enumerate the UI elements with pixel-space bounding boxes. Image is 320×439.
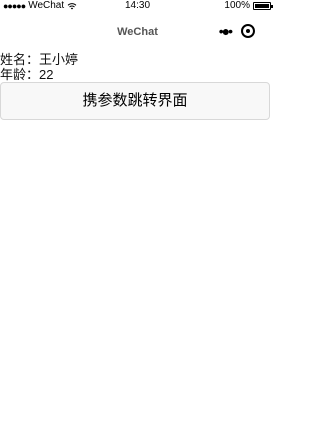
name-row: 姓名：王小婷 bbox=[0, 52, 275, 67]
battery-level bbox=[255, 4, 269, 8]
capsule-menu: •●• bbox=[219, 23, 255, 39]
name-label: 姓名： bbox=[0, 52, 40, 67]
navigate-with-params-button[interactable]: 携参数跳转界面 bbox=[0, 82, 270, 120]
age-label: 年龄： bbox=[0, 67, 40, 82]
navigation-bar: WeChat •●• bbox=[0, 12, 275, 52]
nav-title: WeChat bbox=[117, 26, 158, 38]
status-right: 100% bbox=[224, 0, 273, 12]
record-icon[interactable] bbox=[241, 24, 255, 38]
age-row: 年龄：22 bbox=[0, 67, 275, 82]
battery-percent: 100% bbox=[224, 0, 250, 11]
status-bar: ●●●●● WeChat 14:30 100% bbox=[0, 0, 275, 12]
battery-icon bbox=[253, 2, 273, 10]
page-content: 姓名：王小婷 年龄：22 携参数跳转界面 bbox=[0, 52, 275, 120]
age-value: 22 bbox=[39, 67, 54, 82]
name-value: 王小婷 bbox=[39, 52, 79, 67]
more-dots-icon[interactable]: •●• bbox=[219, 23, 233, 39]
